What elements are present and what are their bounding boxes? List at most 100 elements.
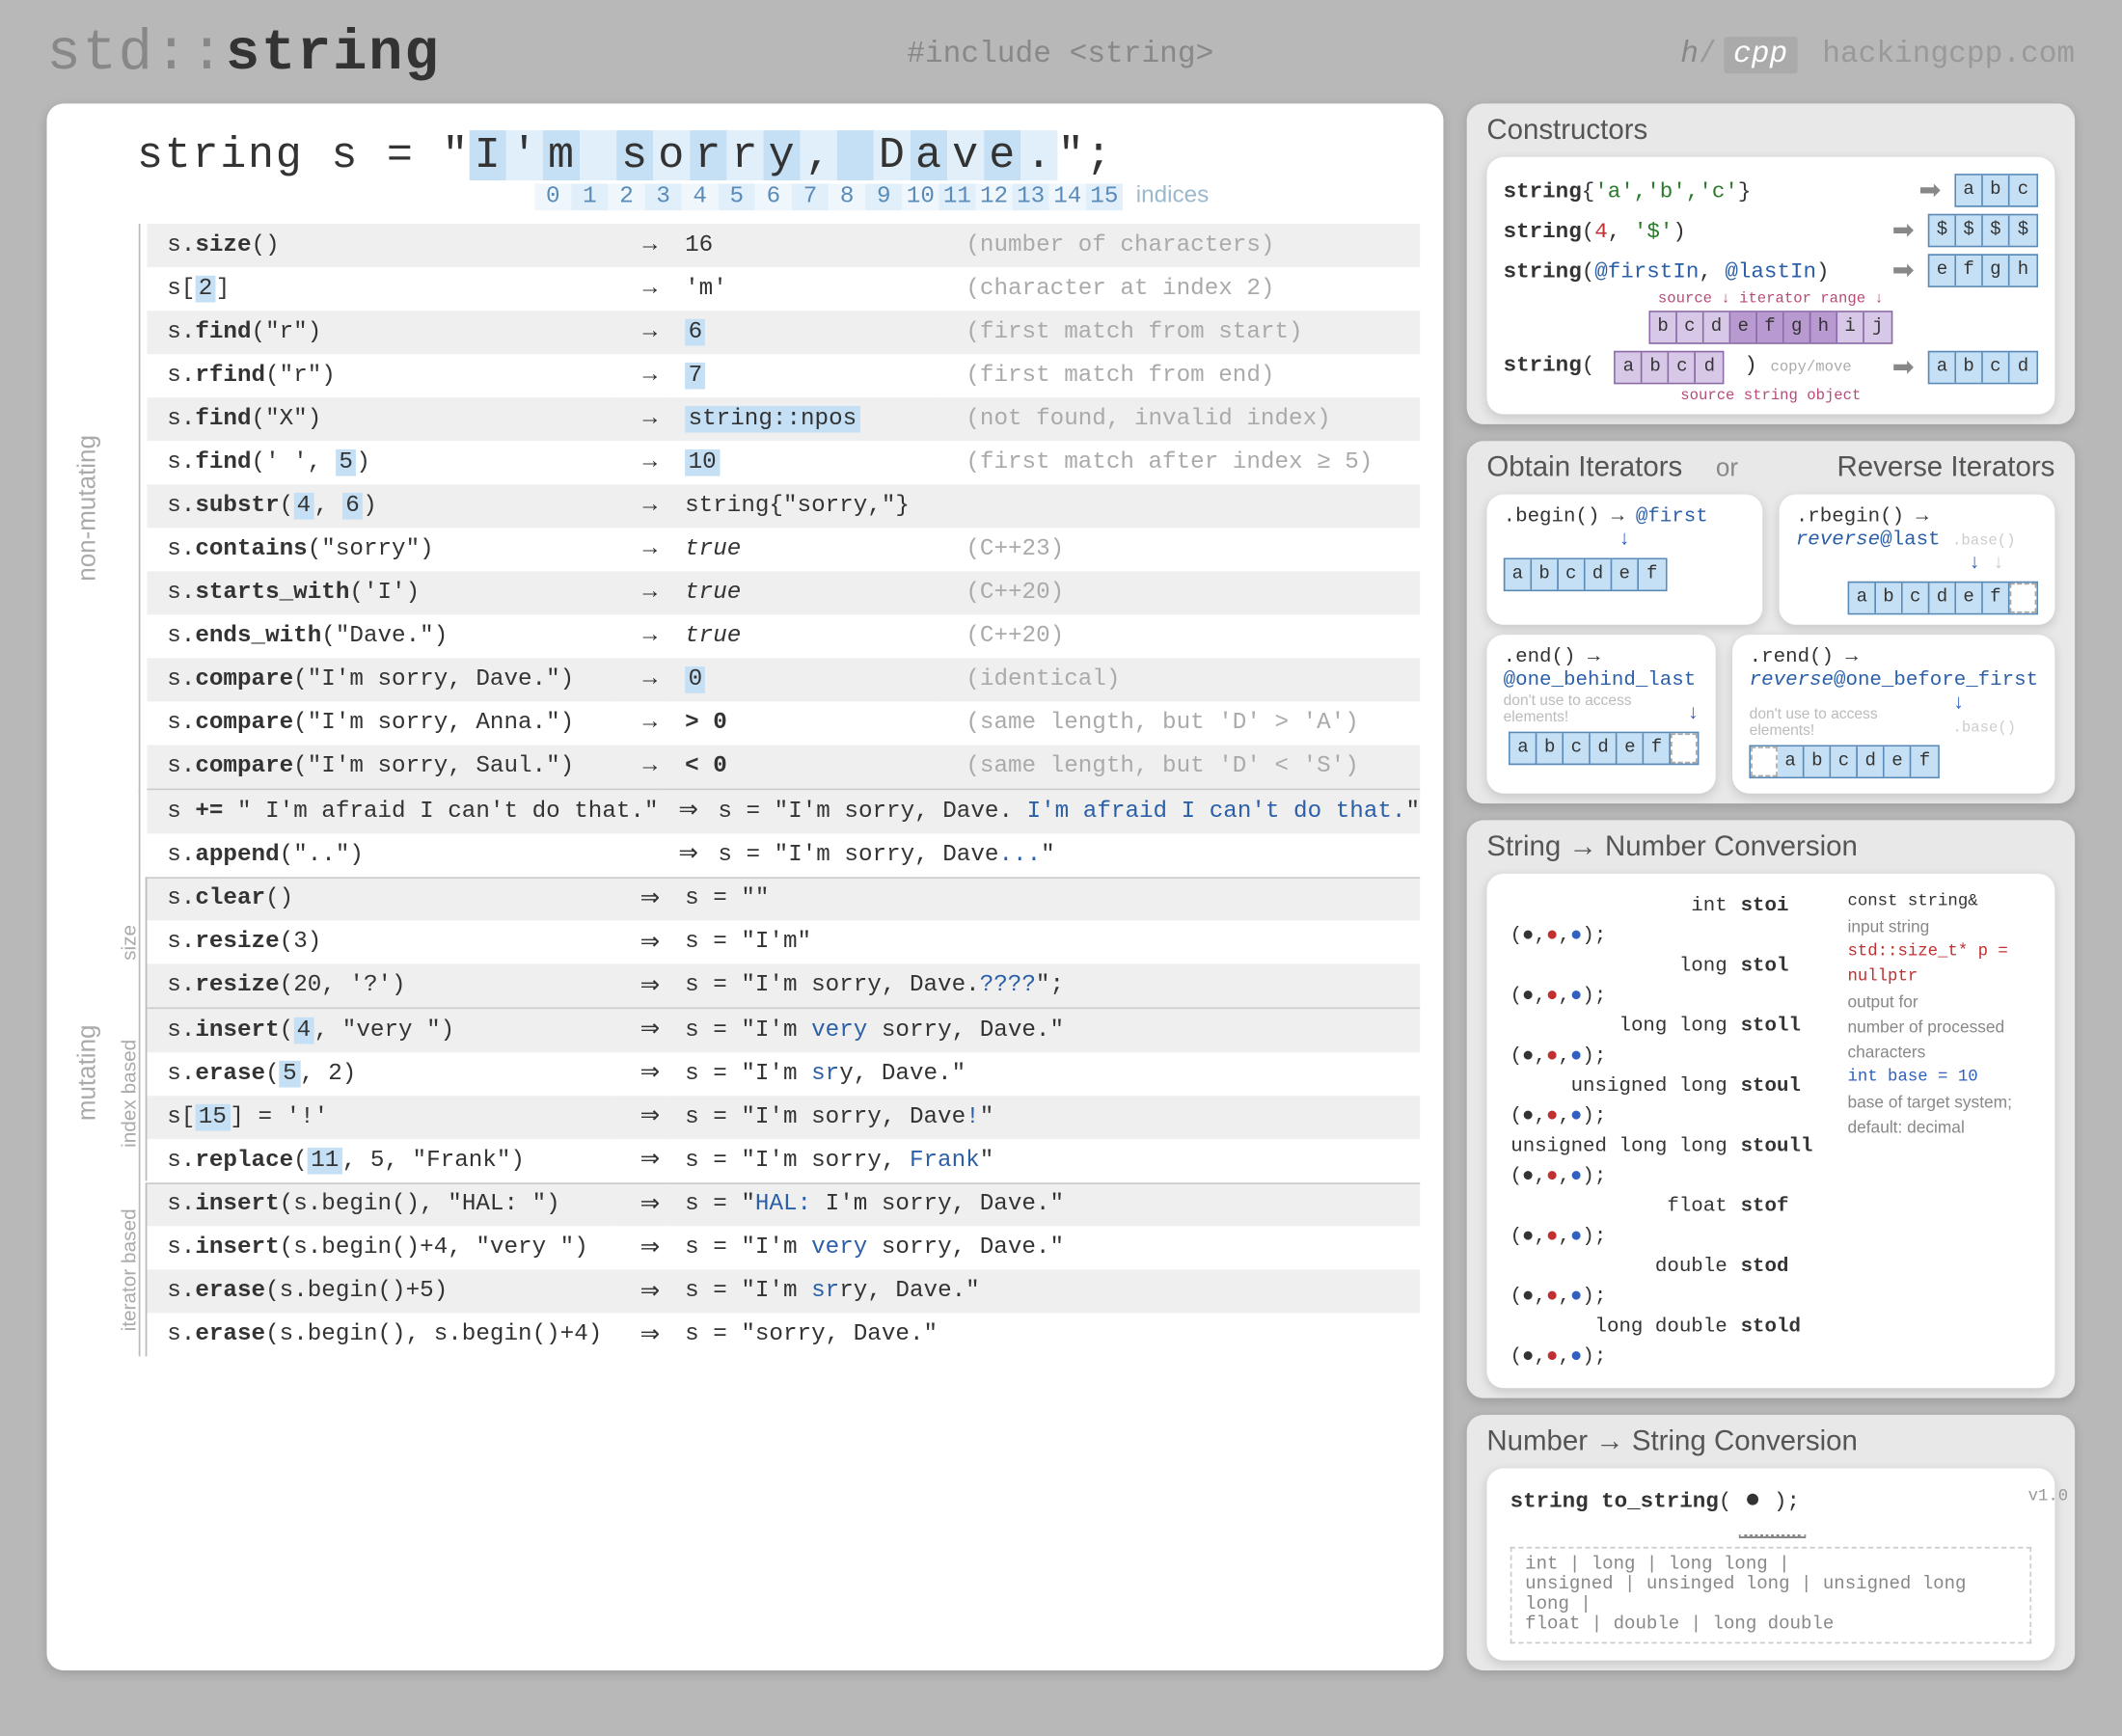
constructors-title: Constructors xyxy=(1486,114,2054,148)
conv-row: unsigned longstoul (●,●,●); xyxy=(1510,1071,1825,1130)
declaration-row: string s = "I'm sorry, Dave."; xyxy=(70,121,1420,180)
nonmutating-table: s.size()→16(number of characters)s[2]→'m… xyxy=(147,224,1420,788)
rend-box: .rend() → reverse@one_before_first don't… xyxy=(1732,635,2054,794)
rend-cells: abcdef xyxy=(1750,745,2038,783)
conv-row: doublestod (●,●,●); xyxy=(1510,1251,1825,1311)
iterators-row2: .end() → @one_behind_last don't use to a… xyxy=(1486,635,2054,794)
right-column: Constructors string{'a','b','c'}➡abc stri… xyxy=(1467,103,2076,1670)
brand-cpp: cpp xyxy=(1724,37,1798,73)
char-cell: ' xyxy=(506,130,543,180)
conv-row: longstol (●,●,●); xyxy=(1510,951,1825,1011)
conv-annotations: const string& input string std::size_t* … xyxy=(1847,890,2031,1141)
brand-site: hackingcpp.com xyxy=(1822,39,2075,72)
num2str-title: Number → String Conversion xyxy=(1486,1424,2054,1458)
page-title: std::string xyxy=(46,23,440,87)
index-cell: 2 xyxy=(608,184,644,211)
char-cell: a xyxy=(911,130,947,180)
code-row: s[2]→'m'(character at index 2) xyxy=(147,267,1420,311)
conv-row: unsigned long longstoull (●,●,●); xyxy=(1510,1131,1825,1191)
code-row: s += " I'm afraid I can't do that."⇒s = … xyxy=(147,789,1420,832)
code-row: s[15] = '!'⇒s = "I'm sorry, Dave!" xyxy=(147,1095,1420,1138)
size-label: size xyxy=(117,876,147,1006)
constructor-row: string{'a','b','c'}➡abc xyxy=(1504,174,2038,207)
code-row: s.compare("I'm sorry, Saul.")→< 0(same l… xyxy=(147,745,1420,788)
code-row: s.insert(s.begin(), "HAL: ")⇒s = "HAL: I… xyxy=(147,1182,1420,1226)
constructor-row: string(4, '$')➡$$$$ xyxy=(1504,214,2038,248)
include-directive: #include <string> xyxy=(440,39,1680,72)
char-cell xyxy=(837,130,874,180)
rend-label: .rend() → reverse@one_before_first xyxy=(1750,645,2038,692)
obtain-iterators-title: Obtain Iterators xyxy=(1486,451,1682,485)
code-row: s.contains("sorry")→true(C++23) xyxy=(147,528,1420,571)
ann-out: output for xyxy=(1847,990,2031,1016)
char-cell: r xyxy=(691,130,727,180)
indices-label: indices xyxy=(1136,180,1210,207)
begin-label: .begin() → @first xyxy=(1504,504,1746,528)
code-row: s.resize(3)⇒s = "I'm" xyxy=(147,920,1420,963)
iterators-panel: Obtain Iterators or Reverse Iterators .b… xyxy=(1467,441,2076,803)
iter-label: iterator based xyxy=(117,1181,147,1355)
char-cell xyxy=(580,130,616,180)
rbegin-label: .rbegin() → reverse@last .base() xyxy=(1796,504,2038,551)
code-row: s.erase(s.begin(), s.begin()+4)⇒s = "sor… xyxy=(147,1313,1420,1356)
decl-prefix: string s = " xyxy=(137,130,470,180)
str2num-body: intstoi (●,●,●);longstol (●,●,●);long lo… xyxy=(1486,874,2054,1388)
ann-base: int base = 10 xyxy=(1847,1066,2031,1091)
str2num-title: String → Number Conversion xyxy=(1486,830,2054,864)
index-cell: 1 xyxy=(571,184,608,211)
end-label: .end() → @one_behind_last xyxy=(1504,645,1700,692)
ann-def: default: decimal xyxy=(1847,1116,2031,1141)
begin-cells: abcdef xyxy=(1504,557,1746,591)
code-row: s.compare("I'm sorry, Dave.")→0(identica… xyxy=(147,658,1420,701)
brand-h: h xyxy=(1680,39,1699,72)
char-cell: , xyxy=(801,130,837,180)
char-cell: m xyxy=(543,130,580,180)
conv-row: long doublestold (●,●,●); xyxy=(1510,1312,1825,1371)
ann-ptr: std::size_t* p = nullptr xyxy=(1847,940,2031,990)
iterators-or: or xyxy=(1716,454,1738,482)
nonmutating-section: non-mutating s.size()→16(number of chara… xyxy=(147,224,1420,788)
conv-row: long longstoll (●,●,●); xyxy=(1510,1011,1825,1071)
code-row: s.size()→16(number of characters) xyxy=(147,224,1420,267)
mutating-index-table: s.insert(4, "very ")⇒s = "I'm very sorry… xyxy=(147,1007,1420,1181)
code-row: s.replace(11, 5, "Frank")⇒s = "I'm sorry… xyxy=(147,1138,1420,1181)
code-row: s.insert(4, "very ")⇒s = "I'm very sorry… xyxy=(147,1008,1420,1051)
code-row: s.starts_with('I')→true(C++20) xyxy=(147,571,1420,614)
code-row: s.insert(s.begin()+4, "very ")⇒s = "I'm … xyxy=(147,1226,1420,1269)
char-cell: . xyxy=(1021,130,1058,180)
mutating-top-table: s += " I'm afraid I can't do that."⇒s = … xyxy=(147,789,1420,877)
char-cell: s xyxy=(617,130,654,180)
ann-input: input string xyxy=(1847,915,2031,940)
char-cell: D xyxy=(874,130,911,180)
index-label: index based xyxy=(117,1007,147,1180)
char-cell: r xyxy=(727,130,764,180)
rbegin-cells: abcdef xyxy=(1796,582,2038,615)
ann-sys: base of target system; xyxy=(1847,1091,2031,1116)
title-colons: :: xyxy=(154,23,226,87)
rend-note: don't use to access elements! xyxy=(1750,705,1943,739)
code-row: s.ends_with("Dave.")→true(C++20) xyxy=(147,614,1420,658)
code-row: s.find("X")→string::npos(not found, inva… xyxy=(147,397,1420,441)
rows-container: non-mutating s.size()→16(number of chara… xyxy=(147,224,1420,1356)
mutating-iter-table: s.insert(s.begin(), "HAL: ")⇒s = "HAL: I… xyxy=(147,1181,1420,1356)
num2str-body: string to_string( ● ); ⎵⎵⎵⎵⎵⎵⎵⎵⎵⎵⎵⎵ int … xyxy=(1486,1468,2054,1660)
index-cell: 4 xyxy=(682,184,719,211)
brand: h/cpp hackingcpp.com xyxy=(1680,39,2075,72)
title-name: string xyxy=(226,23,440,87)
index-cell: 9 xyxy=(865,184,902,211)
code-row: s.find("r")→6(first match from start) xyxy=(147,311,1420,354)
left-panel: string s = "I'm sorry, Dave."; 012345678… xyxy=(46,103,1443,1670)
end-cells: abcdef xyxy=(1504,732,1700,766)
index-cell: 15 xyxy=(1086,184,1123,211)
index-cell: 0 xyxy=(534,184,571,211)
index-cell: 13 xyxy=(1013,184,1049,211)
title-std: std xyxy=(46,23,153,87)
version-label: v1.0 xyxy=(2028,1488,2069,1506)
char-cell: e xyxy=(985,130,1021,180)
code-row: s.substr(4, 6)→string{"sorry,"} xyxy=(147,484,1420,528)
rbegin-box: .rbegin() → reverse@last .base() ↓ ↓ abc… xyxy=(1779,495,2054,625)
decl-suffix: "; xyxy=(1058,130,1114,180)
code-row: s.clear()⇒s = "" xyxy=(147,877,1420,920)
char-cell: o xyxy=(654,130,691,180)
index-cell: 10 xyxy=(902,184,939,211)
